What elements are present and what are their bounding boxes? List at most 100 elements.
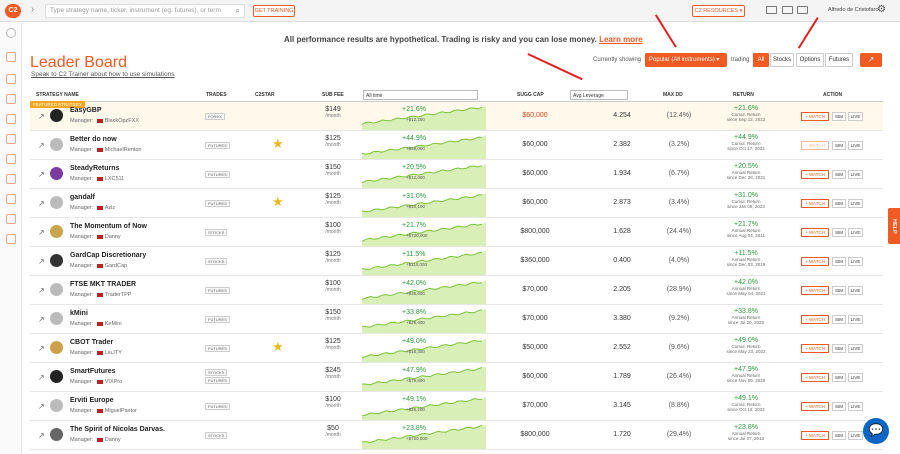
col-sub-fee[interactable]: SUB FEE xyxy=(322,92,344,98)
strategy-name[interactable]: kMini xyxy=(70,310,88,317)
open-external-icon[interactable]: ↗ xyxy=(38,257,45,266)
open-external-icon[interactable]: ↗ xyxy=(38,286,45,295)
live-button[interactable]: LIVE xyxy=(848,286,863,295)
monitor-icon[interactable] xyxy=(6,94,16,104)
learn-more-link[interactable]: Learn more xyxy=(599,35,643,44)
chat-bubble-icon[interactable]: 💬 xyxy=(863,418,889,444)
table-row[interactable]: ↗ SteadyReturns Manager: LXC511 FUTURES … xyxy=(30,160,883,189)
equity-sparkline[interactable]: +33.8% +$28,400 xyxy=(361,306,487,333)
home-icon[interactable] xyxy=(6,52,16,62)
avatar[interactable] xyxy=(50,138,63,151)
col-strategy-name[interactable]: STRATEGY NAME xyxy=(36,92,79,98)
open-external-icon[interactable]: ↗ xyxy=(38,344,45,353)
watch-button[interactable]: + WATCH xyxy=(801,286,829,295)
live-button[interactable]: LIVE xyxy=(848,257,863,266)
chat-icon[interactable] xyxy=(782,6,793,14)
gear-icon[interactable]: ⚙ xyxy=(877,4,886,15)
equity-sparkline[interactable]: +42.0% +$35,600 xyxy=(361,277,487,304)
live-button[interactable]: LIVE xyxy=(848,344,863,353)
equity-sparkline[interactable]: +11.5% +$110,000 xyxy=(361,248,487,275)
watch-button[interactable]: + WATCH xyxy=(801,373,829,382)
strategy-name[interactable]: SmartFutures xyxy=(70,368,116,375)
live-button[interactable]: LIVE xyxy=(848,228,863,237)
get-training-button[interactable]: GET TRAINING xyxy=(253,5,295,17)
avatar[interactable] xyxy=(50,312,63,325)
table-row[interactable]: ↗ FTSE MKT TRADER Manager: TraderTPP FUT… xyxy=(30,276,883,305)
strategy-name[interactable]: Better do now xyxy=(70,136,117,143)
search-icon[interactable]: ⌕ xyxy=(236,6,240,16)
table-row[interactable]: ↗ The Momentum of Now Manager: Danny STO… xyxy=(30,218,883,247)
watch-button[interactable]: + WATCH xyxy=(801,315,829,324)
equity-sparkline[interactable]: +21.6% +$12,200 xyxy=(361,103,487,130)
c2-logo[interactable]: C2 xyxy=(5,4,21,18)
avatar[interactable] xyxy=(50,341,63,354)
watch-button[interactable]: + WATCH xyxy=(801,402,829,411)
watch-button[interactable]: + WATCH xyxy=(801,344,829,353)
open-external-icon[interactable]: ↗ xyxy=(38,112,45,121)
equity-sparkline[interactable]: +47.9% +$79,800 xyxy=(361,364,487,391)
manager-name[interactable]: LXC511 xyxy=(105,176,124,182)
link-icon[interactable] xyxy=(6,234,16,244)
open-external-icon[interactable]: ↗ xyxy=(38,141,45,150)
avatar-icon[interactable] xyxy=(6,28,16,38)
table-row[interactable]: ↗ SmartFutures Manager: VIXPro STOCKS FUT… xyxy=(30,363,883,392)
popular-dropdown[interactable]: Popular (All instruments) ▾ xyxy=(645,53,727,67)
table-row[interactable]: ↗ CBOT Trader Manager: LiuJTY FUTURES ★ … xyxy=(30,334,883,363)
table-row[interactable]: ↗ The Spirit of Nicolas Darvas. Manager:… xyxy=(30,421,883,450)
leverage-dropdown[interactable]: Avg Leverage xyxy=(570,90,628,100)
mail-icon[interactable] xyxy=(797,6,808,14)
external-link-icon[interactable]: ↗ xyxy=(860,53,882,67)
open-external-icon[interactable]: ↗ xyxy=(38,170,45,179)
open-external-icon[interactable]: ↗ xyxy=(38,315,45,324)
filter-stocks-button[interactable]: Stocks xyxy=(770,53,794,67)
video-icon[interactable] xyxy=(766,6,777,14)
open-external-icon[interactable]: ↗ xyxy=(38,402,45,411)
strategy-name[interactable]: SteadyReturns xyxy=(70,165,119,172)
equity-sparkline[interactable]: +23.8% +$720,000 xyxy=(361,422,487,449)
strategy-name[interactable]: EasyGBP xyxy=(70,107,102,114)
table-row[interactable]: ↗ kMini Manager: KeMini FUTURES $150/mon… xyxy=(30,305,883,334)
sim-button[interactable]: SIM xyxy=(832,286,846,295)
sim-button[interactable]: SIM xyxy=(832,431,846,440)
open-external-icon[interactable]: ↗ xyxy=(38,228,45,237)
live-button[interactable]: LIVE xyxy=(848,199,863,208)
manager-name[interactable]: GardCap xyxy=(105,263,127,269)
equity-sparkline[interactable]: +49.0% +$18,300 xyxy=(361,335,487,362)
manager-name[interactable]: TraderTPP xyxy=(105,292,132,298)
table-row[interactable]: ↗ Erviti Europe Manager: MiguelPastor FU… xyxy=(30,392,883,421)
clock-icon[interactable] xyxy=(6,74,16,84)
strategy-name[interactable]: Erviti Europe xyxy=(70,397,114,404)
table-row[interactable]: ↗ GardCap Discretionary Manager: GardCap… xyxy=(30,247,883,276)
avatar[interactable] xyxy=(50,428,63,441)
live-button[interactable]: LIVE xyxy=(848,141,863,150)
open-external-icon[interactable]: ↗ xyxy=(38,431,45,440)
watch-button[interactable]: + WATCH xyxy=(801,431,829,440)
trophy-icon[interactable] xyxy=(6,154,16,164)
manager-name[interactable]: MichaelRenton xyxy=(105,147,142,153)
strategy-name[interactable]: CBOT Trader xyxy=(70,339,113,346)
sim-button[interactable]: SIM xyxy=(832,199,846,208)
trainer-link[interactable]: Speak to C2 Trainer about how to use sim… xyxy=(31,71,174,78)
live-button[interactable]: LIVE xyxy=(848,112,863,121)
watch-button[interactable]: + WATCH xyxy=(801,199,829,208)
strategy-name[interactable]: The Momentum of Now xyxy=(70,223,147,230)
filter-all-button[interactable]: All xyxy=(753,53,769,67)
lightbulb-icon[interactable] xyxy=(6,174,16,184)
sim-button[interactable]: SIM xyxy=(832,315,846,324)
tools-icon[interactable] xyxy=(6,214,16,224)
open-external-icon[interactable]: ↗ xyxy=(38,373,45,382)
avatar[interactable] xyxy=(50,283,63,296)
filter-futures-button[interactable]: Futures xyxy=(825,53,853,67)
manager-name[interactable]: VIXPro xyxy=(105,379,122,385)
sim-button[interactable]: SIM xyxy=(832,257,846,266)
col-return[interactable]: RETURN xyxy=(733,92,754,98)
avatar[interactable] xyxy=(50,225,63,238)
strategy-name[interactable]: The Spirit of Nicolas Darvas. xyxy=(70,426,165,433)
equity-sparkline[interactable]: +44.9% +$18,000 xyxy=(361,132,487,159)
live-button[interactable]: LIVE xyxy=(848,402,863,411)
filter-options-button[interactable]: Options xyxy=(796,53,824,67)
equity-sparkline[interactable]: +21.7% +$720,000 xyxy=(361,219,487,246)
time-range-dropdown[interactable]: All time xyxy=(363,90,478,100)
sim-button[interactable]: SIM xyxy=(832,344,846,353)
strategy-name[interactable]: FTSE MKT TRADER xyxy=(70,281,136,288)
